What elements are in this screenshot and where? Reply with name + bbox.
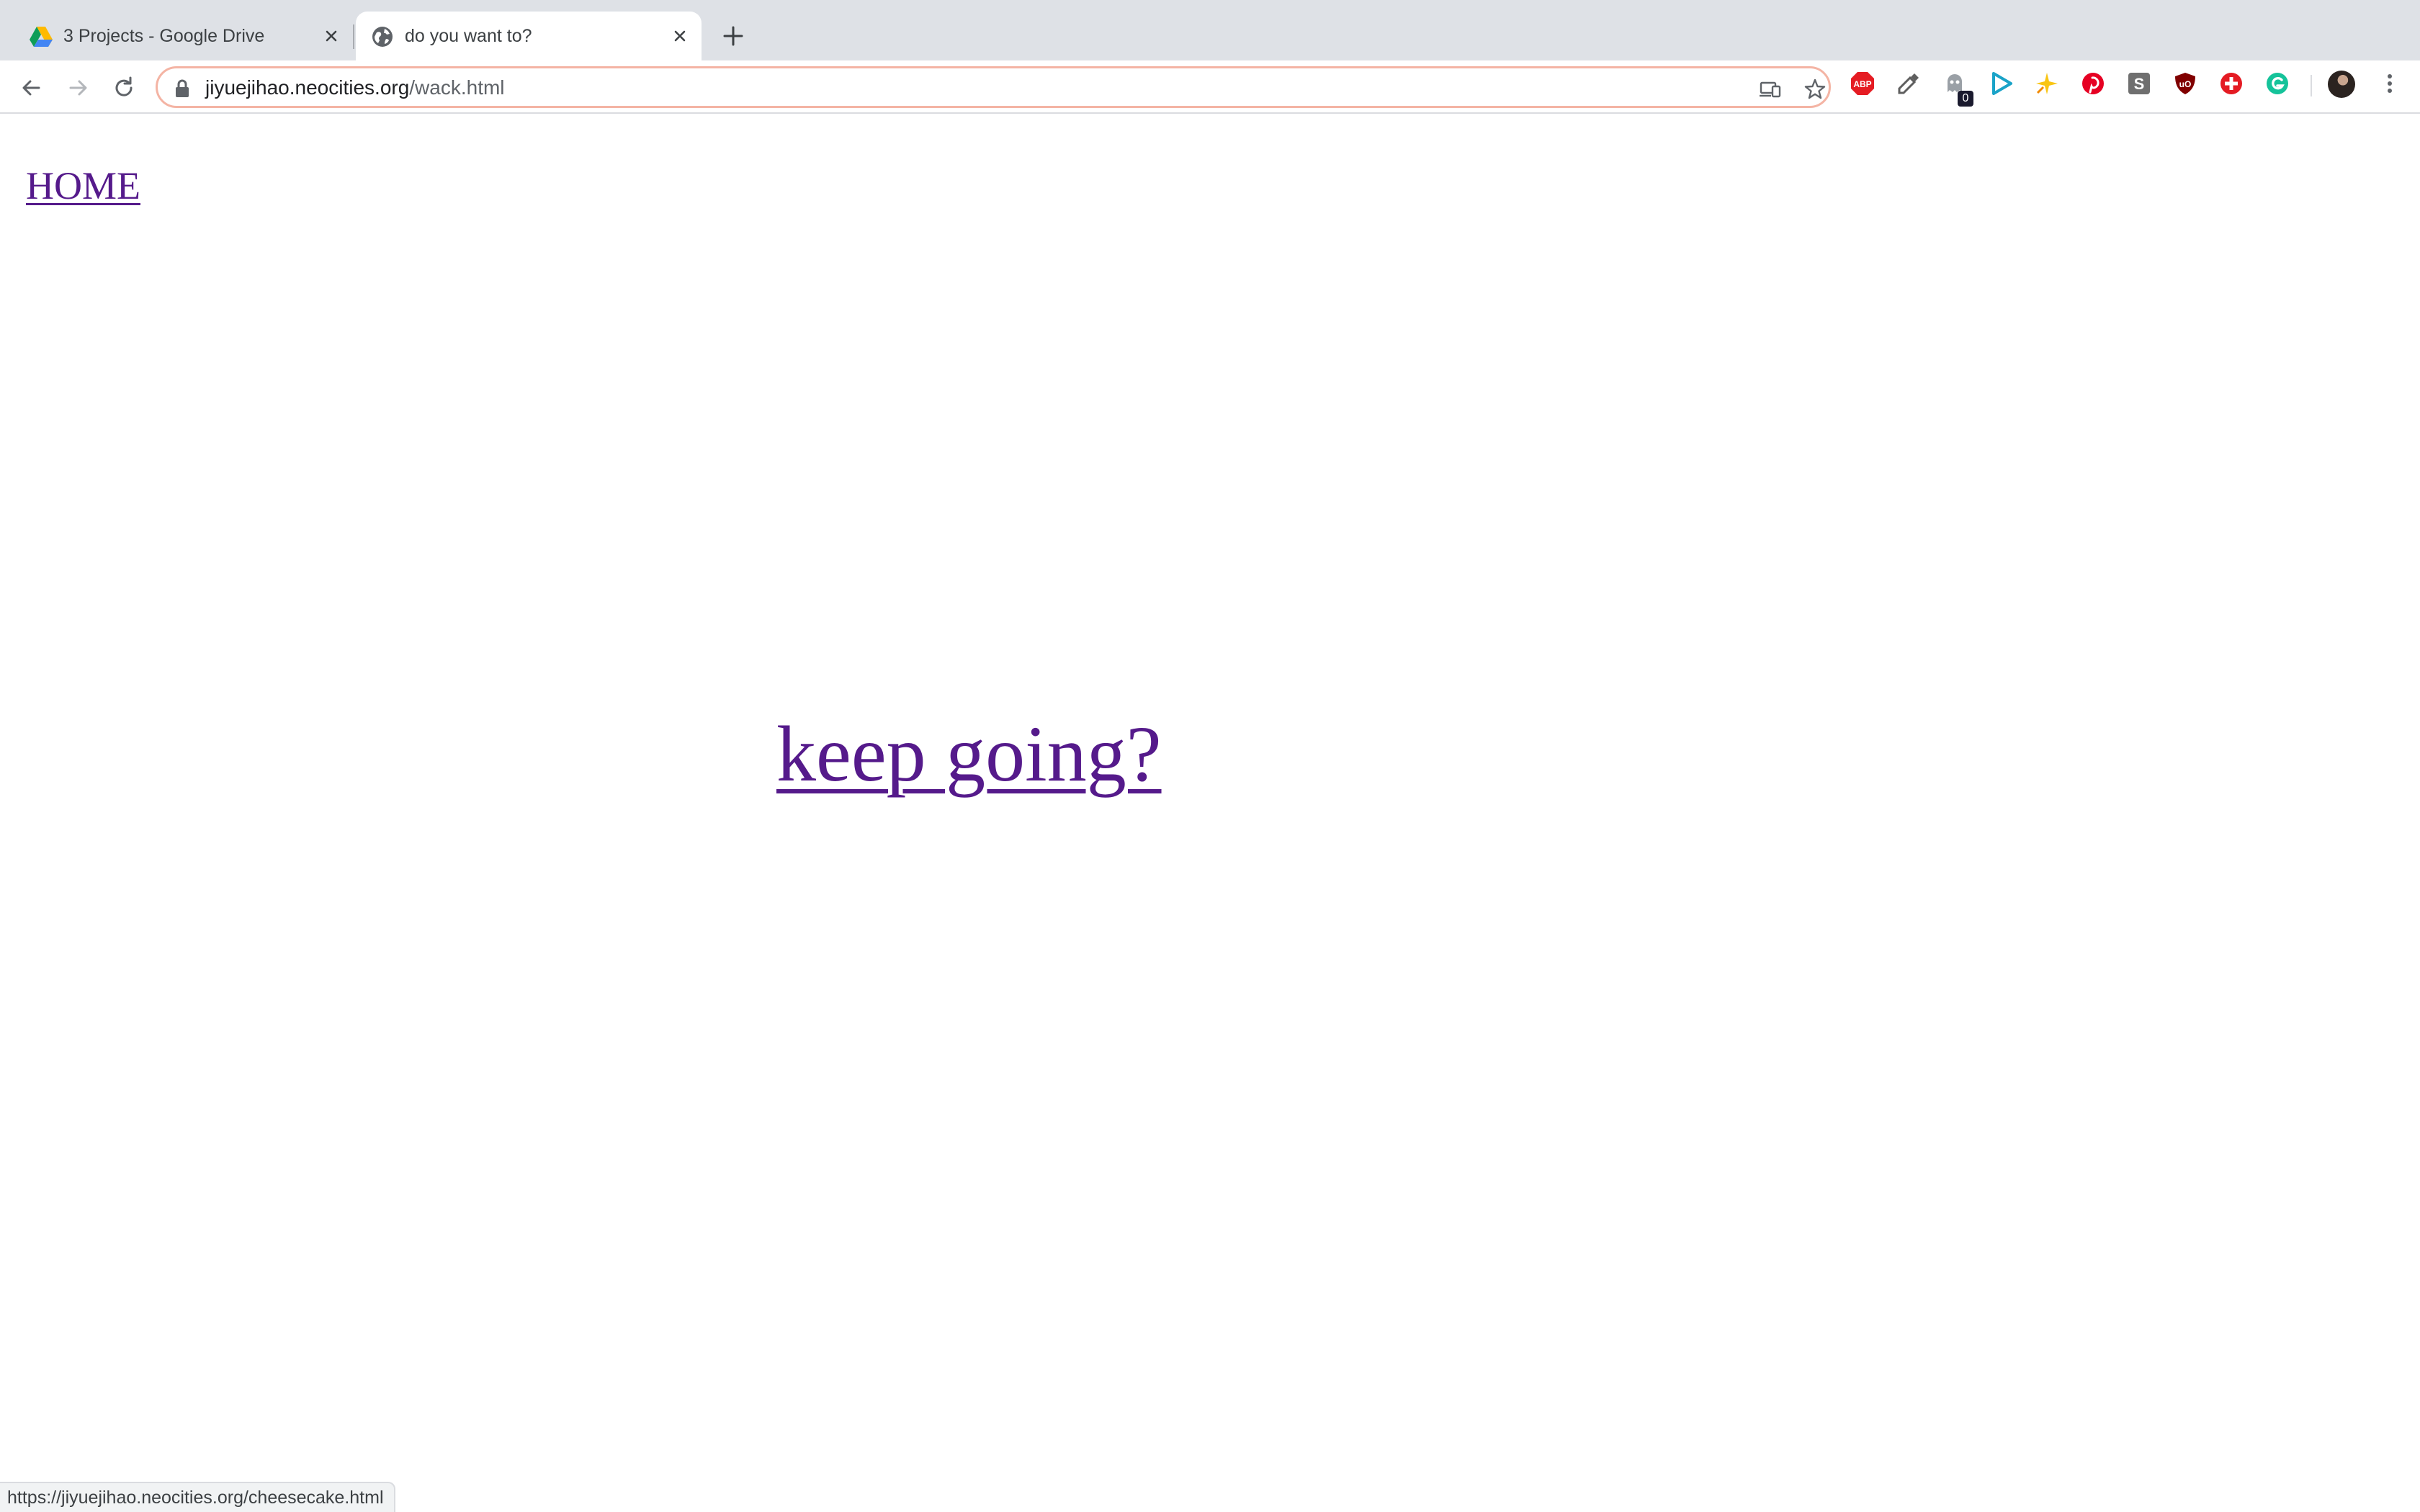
toolbar-divider [2311,75,2312,96]
ublock-icon[interactable]: uO [2172,71,2198,96]
back-icon[interactable] [17,73,46,102]
profile-avatar[interactable] [2328,71,2355,98]
status-bubble: https://jiyuejihao.neocities.org/cheesec… [0,1482,395,1512]
url-host: jiyuejihao.neocities.org [205,76,410,99]
close-icon[interactable] [668,24,691,48]
plus-cross-icon[interactable] [2218,71,2244,96]
svg-text:ABP: ABP [1853,79,1871,89]
url-text[interactable]: jiyuejihao.neocities.org/wack.html [205,76,505,100]
tab-do-you-want-to[interactable]: do you want to? [356,12,702,60]
svg-text:S: S [2134,75,2145,93]
tab-strip: 3 Projects - Google Drive do you want to… [0,0,2420,60]
forward-icon[interactable] [63,73,92,102]
svg-text:uO: uO [2179,79,2192,89]
url-path: /wack.html [409,76,505,99]
s-icon[interactable]: S [2126,71,2152,96]
adblock-plus-icon[interactable]: ABP [1850,71,1876,96]
cast-icon[interactable] [1758,77,1783,102]
more-menu-icon[interactable] [2377,71,2403,96]
address-bar[interactable]: jiyuejihao.neocities.org/wack.html [156,66,1831,108]
home-link[interactable]: HOME [26,163,140,209]
tab-title: 3 Projects - Google Drive [63,26,265,46]
tab-google-drive[interactable]: 3 Projects - Google Drive [14,12,353,60]
sparkle-icon[interactable] [2034,71,2060,96]
extension-badge: 0 [1958,91,1973,107]
play-icon[interactable] [1988,71,2014,96]
close-icon[interactable] [320,24,343,48]
keep-going-link[interactable]: keep going? [776,707,1162,801]
reload-icon[interactable] [109,73,138,102]
pinterest-icon[interactable] [2080,71,2106,96]
globe-icon [372,27,393,47]
new-tab-icon[interactable] [719,22,748,50]
google-drive-icon [30,27,53,47]
tab-title: do you want to? [405,26,532,46]
bookmark-star-icon[interactable] [1803,77,1827,102]
pipette-icon[interactable] [1896,71,1922,96]
grammarly-icon[interactable] [2264,71,2290,96]
lock-icon[interactable] [174,78,191,99]
tab-separator [353,24,354,49]
